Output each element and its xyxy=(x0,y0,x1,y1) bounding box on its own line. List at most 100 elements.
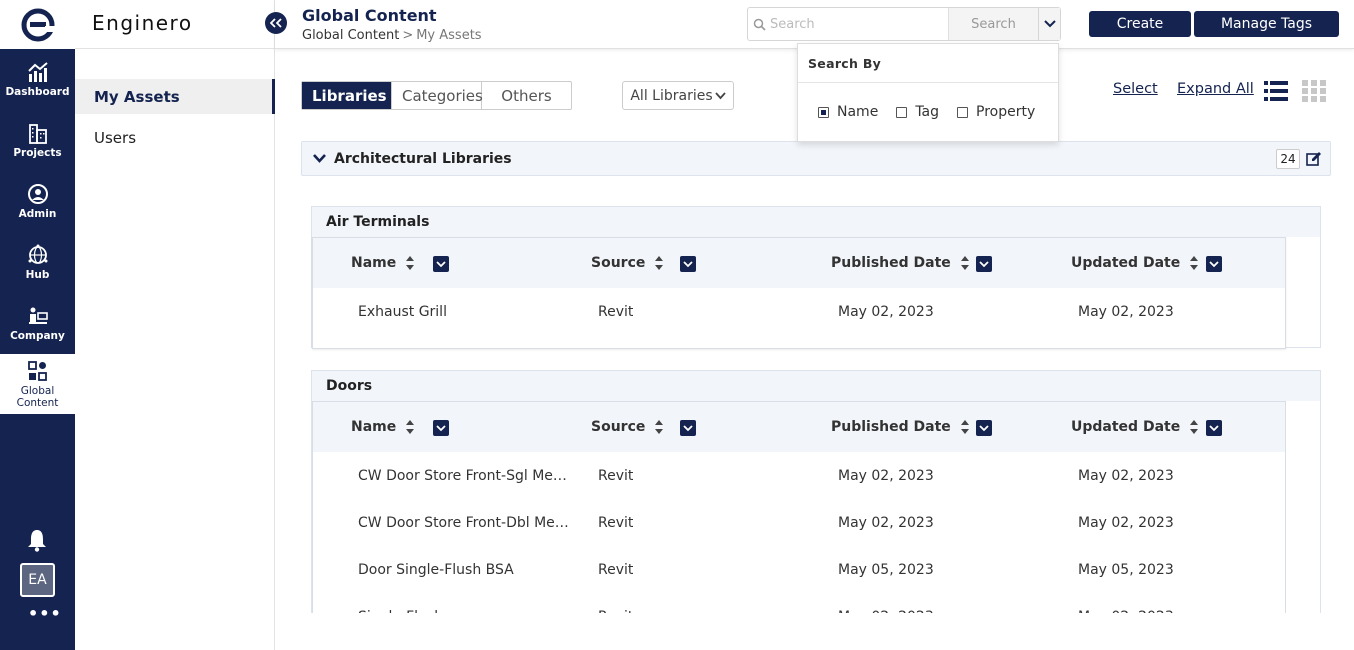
library-filter-select[interactable]: All Libraries xyxy=(622,81,734,110)
rail-item-dashboard[interactable]: Dashboard xyxy=(0,49,75,109)
divider xyxy=(75,48,275,49)
library-section: Doors Name Source Published Date Updated… xyxy=(311,370,1321,630)
column-toggle-icon[interactable] xyxy=(1206,256,1222,272)
sort-icon[interactable] xyxy=(1189,419,1199,435)
cell-name: CW Door Store Front-Sgl Me… xyxy=(358,467,567,484)
column-toggle-icon[interactable] xyxy=(976,420,992,436)
column-toggle-icon[interactable] xyxy=(976,256,992,272)
column-toggle-icon[interactable] xyxy=(433,256,449,272)
cell-published-date: May 02, 2023 xyxy=(838,467,934,484)
tab-categories[interactable]: Categories xyxy=(392,82,483,109)
company-icon xyxy=(28,307,48,324)
checkbox[interactable] xyxy=(896,106,908,118)
breadcrumb-root[interactable]: Global Content xyxy=(302,28,399,43)
bell-icon[interactable] xyxy=(26,528,48,552)
tab-libraries[interactable]: Libraries xyxy=(302,82,392,109)
column-label: Source xyxy=(591,419,646,435)
option-label: Tag xyxy=(915,104,940,120)
sort-icon[interactable] xyxy=(654,419,664,435)
breadcrumb-separator: > xyxy=(402,28,414,43)
table-row[interactable]: Door Single-Flush BSA Revit May 05, 2023… xyxy=(313,546,1285,593)
count-badge: 24 xyxy=(1276,149,1300,169)
sidebar-item-my-assets[interactable]: My Assets xyxy=(75,79,275,114)
avatar[interactable]: EA xyxy=(20,563,55,597)
library-title: Doors xyxy=(312,371,1320,401)
column-header-source[interactable]: Source xyxy=(591,402,664,452)
brand-name: Enginero xyxy=(92,11,193,35)
sort-icon[interactable] xyxy=(654,255,664,271)
sort-icon[interactable] xyxy=(405,419,415,435)
column-header-updated-date[interactable]: Updated Date xyxy=(1071,402,1199,452)
search-button[interactable]: Search xyxy=(948,8,1038,40)
select-link[interactable]: Select xyxy=(1113,81,1158,97)
sort-icon[interactable] xyxy=(960,255,970,271)
column-toggle-icon[interactable] xyxy=(1206,420,1222,436)
column-toggle-icon[interactable] xyxy=(433,420,449,436)
checkbox-checked[interactable] xyxy=(818,106,829,118)
tab-others[interactable]: Others xyxy=(482,82,571,109)
rail-label: Hub xyxy=(25,268,50,281)
table-header: Name Source Published Date Updated Date xyxy=(313,238,1285,288)
column-toggle-icon[interactable] xyxy=(680,256,696,272)
column-header-name[interactable]: Name xyxy=(351,402,415,452)
option-label: Property xyxy=(976,104,1036,120)
library-group-header[interactable]: Architectural Libraries 24 xyxy=(301,141,1331,176)
search-input[interactable] xyxy=(770,8,948,40)
table-row[interactable]: CW Door Store Front-Sgl Me… Revit May 02… xyxy=(313,452,1285,499)
breadcrumb-current: My Assets xyxy=(416,28,482,43)
checkbox[interactable] xyxy=(957,106,969,118)
table-row[interactable]: Single-Flush Revit May 02, 2023 May 02, … xyxy=(313,593,1285,615)
app-logo[interactable] xyxy=(0,0,75,49)
library-group-title: Architectural Libraries xyxy=(334,151,512,167)
grid-view-icon[interactable] xyxy=(1302,80,1326,102)
manage-tags-button[interactable]: Manage Tags xyxy=(1194,11,1339,37)
search-by-tag-option[interactable]: Tag xyxy=(896,104,939,120)
list-view-icon[interactable] xyxy=(1264,80,1288,102)
rail-item-global-content[interactable]: Global Content xyxy=(0,354,75,414)
breadcrumb: Global Content > My Assets xyxy=(302,28,482,43)
cell-source: Revit xyxy=(598,303,634,320)
rail-item-hub[interactable]: Hub xyxy=(0,232,75,292)
cell-name: Single-Flush xyxy=(358,593,573,615)
column-label: Published Date xyxy=(831,255,951,271)
rail-label: Company xyxy=(10,329,65,342)
table-row[interactable]: CW Door Store Front-Dbl Me… Revit May 02… xyxy=(313,499,1285,546)
column-toggle-icon[interactable] xyxy=(680,420,696,436)
sidebar-item-users[interactable]: Users xyxy=(75,120,275,155)
table-row[interactable]: Exhaust Grill Revit May 02, 2023 May 02,… xyxy=(313,288,1285,335)
expand-all-link[interactable]: Expand All xyxy=(1177,81,1254,97)
library-filter-value: All Libraries xyxy=(630,87,713,104)
sort-icon[interactable] xyxy=(405,255,415,271)
cell-source: Revit xyxy=(598,593,633,615)
rail-label: Dashboard xyxy=(5,85,70,98)
column-header-updated-date[interactable]: Updated Date xyxy=(1071,238,1199,288)
admin-user-icon xyxy=(27,183,48,204)
column-header-published-date[interactable]: Published Date xyxy=(831,238,970,288)
more-icon[interactable]: ••• xyxy=(28,604,62,623)
column-label: Updated Date xyxy=(1071,419,1181,435)
hub-globe-icon xyxy=(28,244,47,264)
search-by-property-option[interactable]: Property xyxy=(957,104,1035,120)
create-button[interactable]: Create xyxy=(1089,11,1191,37)
logo-icon xyxy=(21,8,55,41)
column-header-published-date[interactable]: Published Date xyxy=(831,402,970,452)
column-label: Source xyxy=(591,255,646,271)
sort-icon[interactable] xyxy=(1189,255,1199,271)
column-label: Name xyxy=(351,255,397,271)
rail-label: Global Content xyxy=(16,384,59,409)
rail-item-admin[interactable]: Admin xyxy=(0,171,75,231)
cell-source: Revit xyxy=(598,514,634,531)
rail-item-company[interactable]: Company xyxy=(0,293,75,353)
column-header-name[interactable]: Name xyxy=(351,238,415,288)
sort-icon[interactable] xyxy=(960,419,970,435)
rail-label: Projects xyxy=(13,146,62,159)
header: Global Content Global Content > My Assets … xyxy=(275,0,1354,49)
rail-item-projects[interactable]: Projects xyxy=(0,110,75,170)
collapse-sidebar-icon[interactable] xyxy=(265,12,287,34)
column-header-source[interactable]: Source xyxy=(591,238,664,288)
chevron-down-icon[interactable] xyxy=(313,152,326,165)
search-by-name-option[interactable]: Name xyxy=(818,104,878,120)
chart-icon xyxy=(27,61,48,82)
edit-icon[interactable] xyxy=(1306,151,1322,167)
chevron-down-icon[interactable] xyxy=(1038,8,1060,40)
